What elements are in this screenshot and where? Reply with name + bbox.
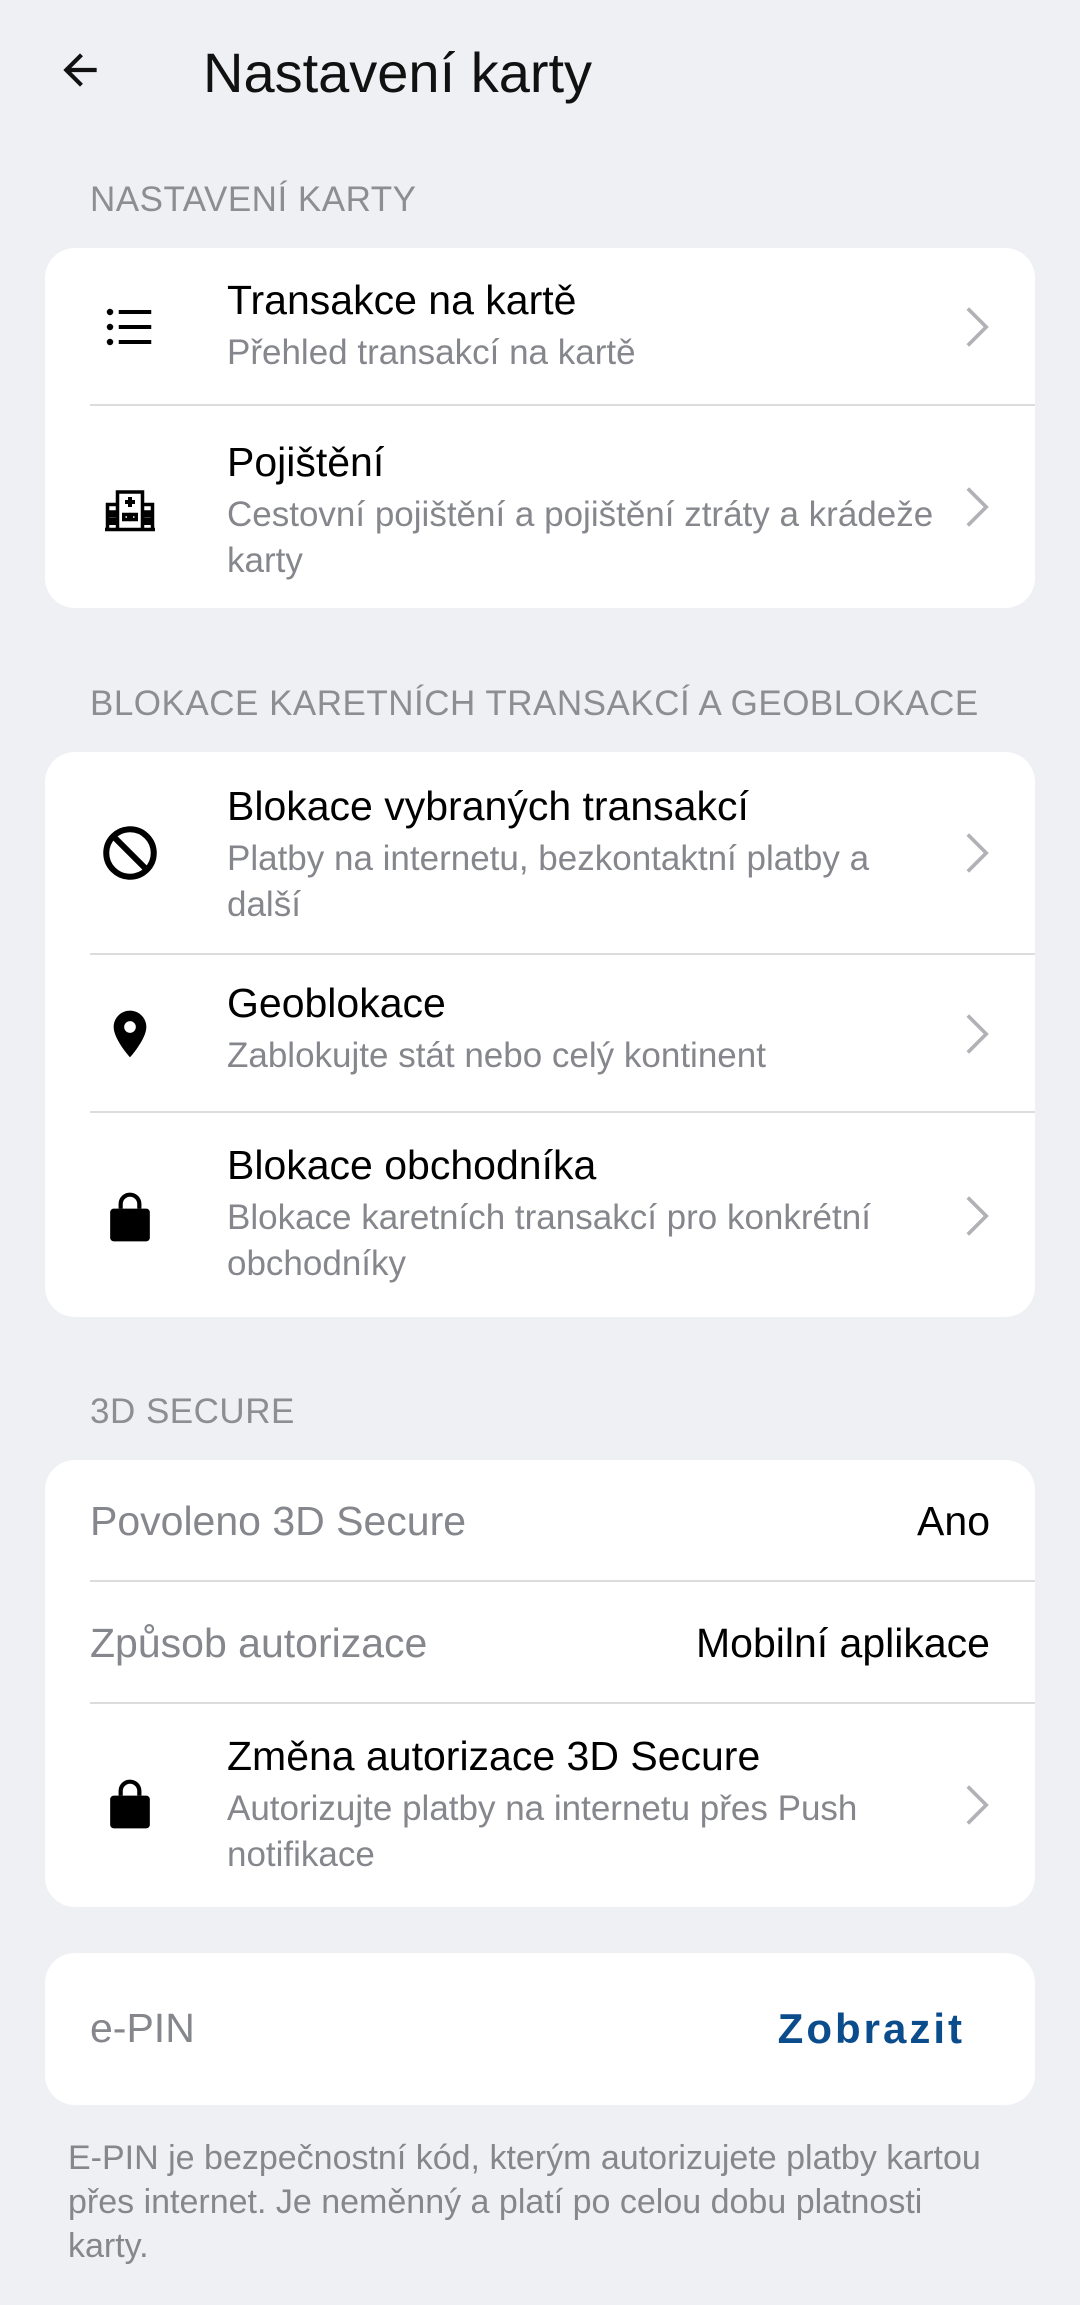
row-subtitle: Zablokujte stát nebo celý kontinent [227, 1036, 766, 1075]
top-app-bar: Nastavení karty [0, 0, 1080, 150]
row-title: Pojištění [227, 439, 385, 485]
row-title: Geoblokace [227, 980, 446, 1026]
hospital-icon [95, 472, 165, 542]
row-title: Transakce na kartě [227, 277, 577, 323]
shopping-bag-icon [95, 1770, 165, 1840]
section-header-blocking: BLOKACE KARETNÍCH TRANSAKCÍ A GEOBLOKACE [90, 684, 979, 723]
shopping-bag-icon [95, 1183, 165, 1253]
auth-method-row: Způsob autorizace Mobilní aplikace [45, 1582, 1035, 1704]
epin-note: E-PIN je bezpečnostní kód, kterým autori… [68, 2139, 981, 2265]
epin-card: e-PIN Zobrazit [45, 1953, 1035, 2105]
geoblocking-row[interactable]: Geoblokace Zablokujte stát nebo celý kon… [45, 955, 1035, 1113]
row-subtitle: Blokace karetních transakcí pro konkrétn… [227, 1198, 871, 1283]
row-subtitle: Přehled transakcí na kartě [227, 333, 636, 372]
row-subtitle: Platby na internetu, bezkontaktní platby… [227, 839, 870, 924]
secure3d-enabled-row: Povoleno 3D Secure Ano [45, 1460, 1035, 1582]
chevron-right-icon [957, 1009, 997, 1059]
section-header-card-settings: NASTAVENÍ KARTY [90, 180, 417, 219]
secure3d-enabled-label: Povoleno 3D Secure [90, 1498, 467, 1544]
back-button[interactable] [50, 40, 110, 100]
card-settings-card: Transakce na kartě Přehled transakcí na … [45, 248, 1035, 608]
transactions-row[interactable]: Transakce na kartě Přehled transakcí na … [45, 248, 1035, 406]
merchant-block-row[interactable]: Blokace obchodníka Blokace karetních tra… [45, 1113, 1035, 1317]
chevron-right-icon [957, 482, 997, 532]
block-icon [95, 818, 165, 888]
block-transactions-row[interactable]: Blokace vybraných transakcí Platby na in… [45, 752, 1035, 955]
chevron-right-icon [957, 828, 997, 878]
change-auth-row[interactable]: Změna autorizace 3D Secure Autorizujte p… [45, 1704, 1035, 1907]
show-epin-button[interactable]: Zobrazit [778, 2005, 965, 2053]
section-header-3d-secure: 3D SECURE [90, 1392, 295, 1431]
row-title: Změna autorizace 3D Secure [227, 1733, 761, 1779]
secure3d-enabled-value: Ano [917, 1498, 990, 1544]
arrow-left-icon [63, 53, 97, 87]
location-pin-icon [95, 999, 165, 1069]
chevron-right-icon [957, 1191, 997, 1241]
row-title: Blokace vybraných transakcí [227, 783, 749, 829]
list-icon [95, 292, 165, 362]
auth-method-label: Způsob autorizace [90, 1620, 428, 1666]
chevron-right-icon [957, 1780, 997, 1830]
chevron-right-icon [957, 302, 997, 352]
page-title: Nastavení karty [203, 41, 593, 104]
auth-method-value: Mobilní aplikace [696, 1620, 990, 1666]
epin-label: e-PIN [90, 2005, 195, 2051]
blocking-card: Blokace vybraných transakcí Platby na in… [45, 752, 1035, 1317]
secure3d-card: Povoleno 3D Secure Ano Způsob autorizace… [45, 1460, 1035, 1907]
row-subtitle: Autorizujte platby na internetu přes Pus… [227, 1789, 858, 1874]
insurance-row[interactable]: Pojištění Cestovní pojištění a pojištění… [45, 406, 1035, 608]
row-title: Blokace obchodníka [227, 1142, 597, 1188]
row-subtitle: Cestovní pojištění a pojištění ztráty a … [227, 495, 934, 580]
